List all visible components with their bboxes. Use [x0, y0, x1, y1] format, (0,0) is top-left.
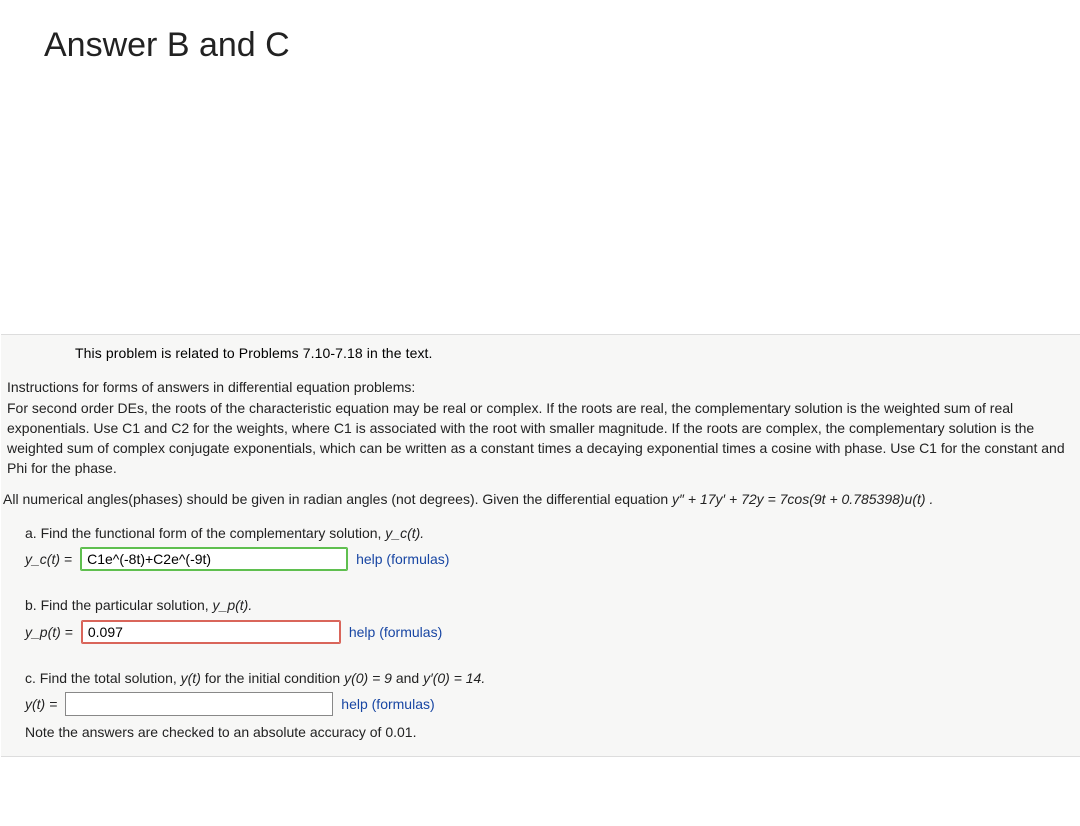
- part-c-lhs: y(t) =: [25, 694, 57, 714]
- part-b: b. Find the particular solution, y_p(t).…: [1, 589, 1080, 647]
- part-c: c. Find the total solution, y(t) for the…: [1, 662, 1080, 720]
- part-b-input[interactable]: [81, 620, 341, 644]
- part-a-lhs: y_c(t) =: [25, 549, 72, 569]
- angles-pre-text: All numerical angles(phases) should be g…: [3, 491, 672, 507]
- accuracy-note: Note the answers are checked to an absol…: [1, 720, 1080, 742]
- part-b-prompt: b. Find the particular solution,: [25, 597, 213, 613]
- part-c-prompt-pre: c. Find the total solution,: [25, 670, 181, 686]
- part-a-var: y_c(t).: [385, 525, 424, 541]
- part-c-input[interactable]: [65, 692, 333, 716]
- equation-line: All numerical angles(phases) should be g…: [1, 483, 1080, 517]
- part-c-var1: y(t): [181, 670, 201, 686]
- related-text: This problem is related to Problems 7.10…: [1, 335, 1080, 369]
- part-c-help-link[interactable]: help (formulas): [341, 694, 434, 714]
- instructions-heading: Instructions for forms of answers in dif…: [7, 379, 415, 395]
- part-c-prompt-mid: for the initial condition: [205, 670, 344, 686]
- de-equation: y″ + 17y′ + 72y = 7cos(9t + 0.785398)u(t…: [672, 491, 933, 507]
- part-a: a. Find the functional form of the compl…: [1, 517, 1080, 575]
- page-title: Answer B and C: [44, 26, 1080, 65]
- part-b-var: y_p(t).: [213, 597, 253, 613]
- part-c-cond2: y′(0) = 14.: [423, 670, 485, 686]
- problem-panel: This problem is related to Problems 7.10…: [1, 334, 1080, 757]
- part-a-input[interactable]: [80, 547, 348, 571]
- part-b-lhs: y_p(t) =: [25, 622, 73, 642]
- part-c-cond1: y(0) = 9: [344, 670, 392, 686]
- part-b-help-link[interactable]: help (formulas): [349, 622, 442, 642]
- instructions-block: Instructions for forms of answers in dif…: [1, 369, 1080, 482]
- part-a-help-link[interactable]: help (formulas): [356, 549, 449, 569]
- part-a-prompt: a. Find the functional form of the compl…: [25, 525, 385, 541]
- part-c-and: and: [396, 670, 423, 686]
- instructions-body: For second order DEs, the roots of the c…: [7, 400, 1065, 477]
